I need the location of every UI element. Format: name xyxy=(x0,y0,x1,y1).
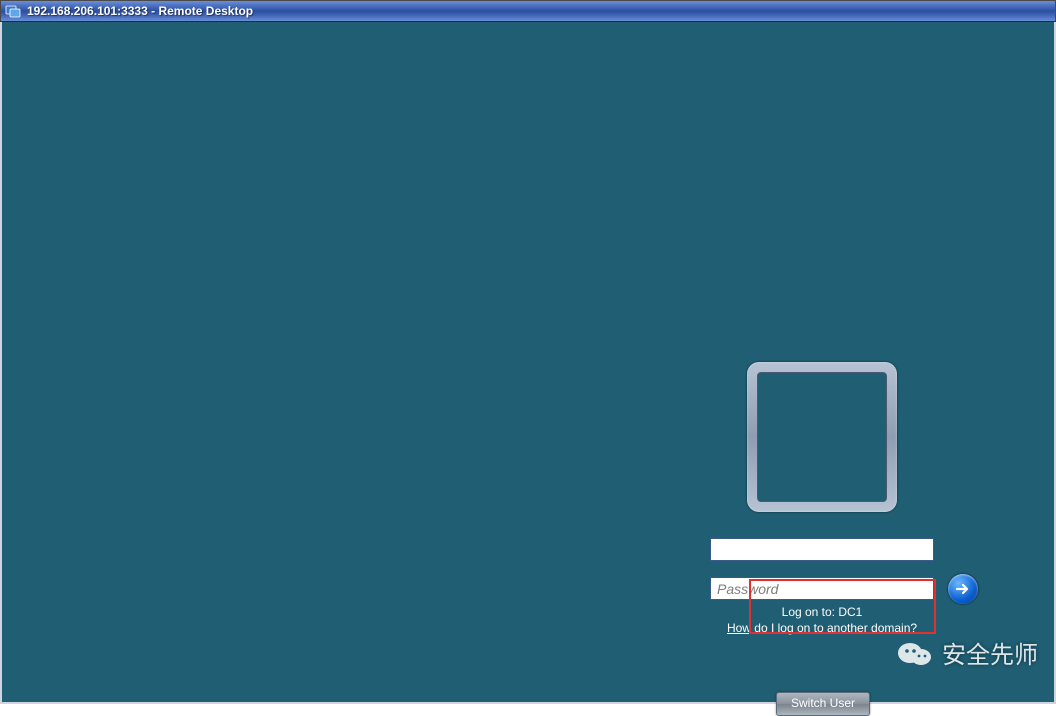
logon-screen: Log on to: DC1 How do I log on to anothe… xyxy=(0,22,1056,704)
window-title: 192.168.206.101:3333 - Remote Desktop xyxy=(27,4,253,18)
login-form xyxy=(710,538,974,600)
remote-desktop-window: 192.168.206.101:3333 - Remote Desktop Lo… xyxy=(0,0,1056,704)
domain-info: Log on to: DC1 How do I log on to anothe… xyxy=(710,604,934,636)
submit-arrow-icon[interactable] xyxy=(948,574,978,604)
domain-help-link[interactable]: How do I log on to another domain? xyxy=(727,621,917,635)
watermark: 安全先师 xyxy=(896,635,1038,670)
app-icon xyxy=(5,3,21,19)
switch-user-button[interactable]: Switch User xyxy=(776,692,870,716)
logon-to-label: Log on to: DC1 xyxy=(710,604,934,620)
user-avatar xyxy=(757,372,887,502)
username-input[interactable] xyxy=(710,538,934,561)
user-avatar-frame xyxy=(747,362,897,512)
watermark-text: 安全先师 xyxy=(942,635,1038,670)
titlebar[interactable]: 192.168.206.101:3333 - Remote Desktop xyxy=(0,0,1056,22)
password-input[interactable] xyxy=(710,577,934,600)
